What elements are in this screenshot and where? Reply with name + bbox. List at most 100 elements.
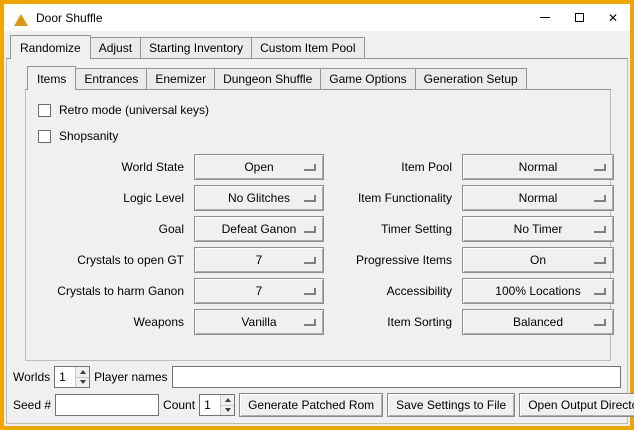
minimize-button[interactable]	[528, 4, 562, 31]
item-sorting-label: Item Sorting	[332, 315, 454, 329]
dropdown-indicator-icon	[594, 164, 606, 171]
tab-generation-setup[interactable]: Generation Setup	[415, 68, 527, 89]
dropdown-indicator-icon	[304, 257, 316, 264]
item-pool-dropdown[interactable]: Normal	[462, 154, 614, 180]
save-settings-button[interactable]: Save Settings to File	[387, 393, 515, 417]
dropdown-indicator-icon	[594, 319, 606, 326]
minimize-icon	[540, 17, 550, 18]
crystals-ganon-value: 7	[256, 284, 263, 298]
retro-mode-checkbox[interactable]	[38, 104, 51, 117]
worlds-input[interactable]	[55, 367, 75, 387]
tab-enemizer[interactable]: Enemizer	[146, 68, 215, 89]
app-icon-shape	[14, 14, 28, 26]
main-tab-bar: Randomize Adjust Starting Inventory Cust…	[6, 35, 628, 59]
dropdown-indicator-icon	[594, 257, 606, 264]
seed-input[interactable]	[55, 394, 159, 416]
item-functionality-value: Normal	[519, 191, 558, 205]
count-spin-buttons	[220, 395, 234, 415]
goal-label: Goal	[36, 222, 186, 236]
item-pool-label: Item Pool	[332, 160, 454, 174]
logic-level-dropdown[interactable]: No Glitches	[194, 185, 324, 211]
weapons-label: Weapons	[36, 315, 186, 329]
retro-mode-label: Retro mode (universal keys)	[59, 103, 209, 117]
weapons-dropdown[interactable]: Vanilla	[194, 309, 324, 335]
tab-game-options[interactable]: Game Options	[320, 68, 415, 89]
retro-mode-row[interactable]: Retro mode (universal keys)	[38, 102, 600, 118]
dropdown-indicator-icon	[594, 288, 606, 295]
dropdown-indicator-icon	[304, 226, 316, 233]
dropdown-indicator-icon	[594, 195, 606, 202]
crystals-gt-dropdown[interactable]: 7	[194, 247, 324, 273]
tab-starting-inventory[interactable]: Starting Inventory	[140, 37, 252, 58]
window-controls: ✕	[528, 4, 630, 31]
world-state-value: Open	[244, 160, 273, 174]
count-spinbox[interactable]	[199, 394, 235, 416]
maximize-button[interactable]	[562, 4, 596, 31]
world-state-label: World State	[36, 160, 186, 174]
accessibility-label: Accessibility	[332, 284, 454, 298]
close-button[interactable]: ✕	[596, 4, 630, 31]
crystals-gt-label: Crystals to open GT	[36, 253, 186, 267]
tab-custom-item-pool[interactable]: Custom Item Pool	[251, 37, 364, 58]
worlds-spin-buttons	[75, 367, 89, 387]
items-pane: Retro mode (universal keys) Shopsanity W…	[25, 90, 611, 361]
crystals-ganon-dropdown[interactable]: 7	[194, 278, 324, 304]
tab-randomize[interactable]: Randomize	[10, 35, 91, 59]
close-icon: ✕	[608, 12, 618, 24]
crystals-gt-value: 7	[256, 253, 263, 267]
seed-row: Seed # Count Generate Patched Rom Save S…	[13, 393, 621, 417]
up-arrow-icon	[225, 398, 231, 402]
crystals-ganon-label: Crystals to harm Ganon	[36, 284, 186, 298]
randomize-pane: Items Entrances Enemizer Dungeon Shuffle…	[6, 59, 628, 424]
tab-items[interactable]: Items	[27, 66, 76, 90]
settings-notebook: Items Entrances Enemizer Dungeon Shuffle…	[25, 66, 611, 361]
worlds-down-button[interactable]	[76, 377, 89, 388]
tab-dungeon-shuffle[interactable]: Dungeon Shuffle	[214, 68, 321, 89]
maximize-icon	[575, 13, 584, 22]
accessibility-value: 100% Locations	[495, 284, 580, 298]
item-pool-value: Normal	[519, 160, 558, 174]
shopsanity-label: Shopsanity	[59, 129, 118, 143]
shopsanity-row[interactable]: Shopsanity	[38, 128, 600, 144]
timer-setting-value: No Timer	[514, 222, 563, 236]
accessibility-dropdown[interactable]: 100% Locations	[462, 278, 614, 304]
logic-level-value: No Glitches	[228, 191, 290, 205]
options-grid: World State Open Item Pool Normal Logic …	[36, 154, 600, 335]
generate-patched-rom-button[interactable]: Generate Patched Rom	[239, 393, 383, 417]
dropdown-indicator-icon	[304, 319, 316, 326]
dropdown-indicator-icon	[304, 164, 316, 171]
worlds-up-button[interactable]	[76, 367, 89, 377]
shopsanity-checkbox[interactable]	[38, 130, 51, 143]
timer-setting-label: Timer Setting	[332, 222, 454, 236]
weapons-value: Vanilla	[241, 315, 276, 329]
tab-entrances[interactable]: Entrances	[75, 68, 147, 89]
player-names-input[interactable]	[172, 366, 622, 388]
count-down-button[interactable]	[221, 405, 234, 416]
item-functionality-label: Item Functionality	[332, 191, 454, 205]
app-window: Door Shuffle ✕ Randomize Adjust Starting…	[0, 0, 634, 430]
worlds-label: Worlds	[13, 370, 50, 384]
tab-adjust[interactable]: Adjust	[90, 37, 141, 58]
title-bar: Door Shuffle ✕	[4, 4, 630, 31]
down-arrow-icon	[80, 380, 86, 384]
up-arrow-icon	[80, 370, 86, 374]
progressive-items-value: On	[530, 253, 546, 267]
item-sorting-dropdown[interactable]: Balanced	[462, 309, 614, 335]
dropdown-indicator-icon	[594, 226, 606, 233]
item-functionality-dropdown[interactable]: Normal	[462, 185, 614, 211]
progressive-items-dropdown[interactable]: On	[462, 247, 614, 273]
logic-level-label: Logic Level	[36, 191, 186, 205]
goal-dropdown[interactable]: Defeat Ganon	[194, 216, 324, 242]
timer-setting-dropdown[interactable]: No Timer	[462, 216, 614, 242]
open-output-directory-button[interactable]: Open Output Directory	[519, 393, 634, 417]
footer: Worlds Player names Seed # Count	[7, 361, 627, 423]
count-input[interactable]	[200, 395, 220, 415]
world-state-dropdown[interactable]: Open	[194, 154, 324, 180]
seed-label: Seed #	[13, 398, 51, 412]
worlds-row: Worlds Player names	[13, 365, 621, 389]
window-title: Door Shuffle	[36, 11, 103, 25]
count-up-button[interactable]	[221, 395, 234, 405]
worlds-spinbox[interactable]	[54, 366, 90, 388]
down-arrow-icon	[225, 408, 231, 412]
dropdown-indicator-icon	[304, 288, 316, 295]
